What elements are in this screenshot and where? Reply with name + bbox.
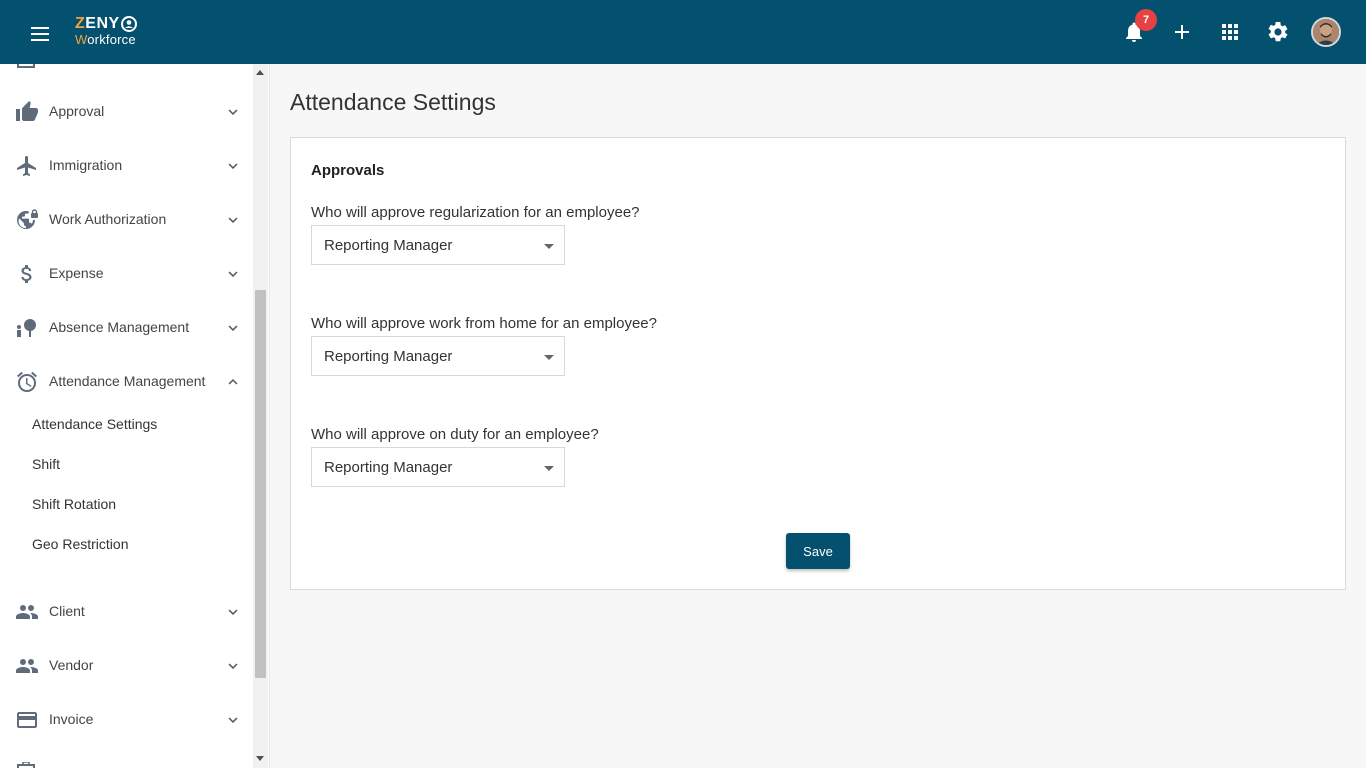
chevron-down-icon <box>228 325 238 331</box>
approvals-card: Approvals Who will approve regularizatio… <box>290 137 1346 590</box>
sidebar-item-expense[interactable]: Expense <box>0 247 252 301</box>
notification-badge[interactable]: 7 <box>1135 9 1157 31</box>
sidebar-item-label: Invoice <box>49 711 94 727</box>
people-icon <box>16 605 38 619</box>
chevron-down-icon <box>228 163 238 169</box>
chevron-down-icon <box>228 717 238 723</box>
dollar-icon <box>21 265 32 283</box>
partial-briefcase-icon <box>17 762 35 768</box>
sidebar-item-label: Absence Management <box>49 319 190 335</box>
gear-icon[interactable] <box>1266 20 1290 44</box>
sidebar-item-label: Immigration <box>49 157 123 173</box>
sidebar-subitem-attendance-settings[interactable]: Attendance Settings <box>32 416 157 432</box>
save-button[interactable]: Save <box>786 533 850 569</box>
caret-down-icon <box>544 466 554 471</box>
sidebar-item-label: Attendance Management <box>49 373 206 389</box>
sidebar-subitem-geo-restriction[interactable]: Geo Restriction <box>32 536 128 552</box>
plus-icon[interactable] <box>1170 20 1194 44</box>
sidebar-item-label: Vendor <box>49 657 94 673</box>
thumbs-up-icon <box>16 101 38 121</box>
sidebar-item-absence-management[interactable]: Absence Management <box>0 301 252 355</box>
top-app-bar: Z ENY Workforce 7 <box>0 0 1366 64</box>
scroll-up-arrow-icon[interactable] <box>256 70 264 75</box>
caret-down-icon <box>544 244 554 249</box>
select-value: Reporting Manager <box>324 459 453 476</box>
avatar[interactable] <box>1311 17 1341 47</box>
globe-lock-icon <box>17 209 38 229</box>
chevron-down-icon <box>228 217 238 223</box>
partial-menu-icon <box>17 64 35 68</box>
sidebar-item-immigration[interactable]: Immigration <box>0 139 252 193</box>
zeny-workforce-logo[interactable]: Z ENY Workforce <box>75 16 137 46</box>
sidebar-item-approval[interactable]: Approval <box>0 85 252 139</box>
sidebar-item-label: Work Authorization <box>49 211 167 227</box>
on-duty-question-label: Who will approve on duty for an employee… <box>311 426 599 443</box>
work-from-home-approver-select[interactable]: Reporting Manager <box>311 336 565 376</box>
people-icon <box>16 659 38 673</box>
sidebar-item-label: Client <box>49 603 85 619</box>
chevron-down-icon <box>228 271 238 277</box>
select-value: Reporting Manager <box>324 348 453 365</box>
scroll-down-arrow-icon[interactable] <box>256 756 264 761</box>
person-tree-icon <box>17 319 36 337</box>
sidebar-item-invoice[interactable]: Invoice <box>0 693 252 747</box>
regularization-approver-select[interactable]: Reporting Manager <box>311 225 565 265</box>
sidebar-item-attendance-management[interactable]: Attendance Management <box>0 355 252 409</box>
chevron-up-icon <box>228 379 238 385</box>
page-title: Attendance Settings <box>290 89 496 115</box>
credit-card-icon <box>17 712 37 728</box>
apps-grid-icon[interactable] <box>1218 20 1242 44</box>
sidebar: Approval Immigration Work Authorization … <box>0 64 270 768</box>
caret-down-icon <box>544 355 554 360</box>
sidebar-subitem-shift[interactable]: Shift <box>32 456 60 472</box>
chevron-down-icon <box>228 663 238 669</box>
section-title: Approvals <box>311 162 385 179</box>
airplane-icon <box>17 156 36 176</box>
logo-person-icon <box>120 16 137 32</box>
sidebar-item-label: Expense <box>49 265 104 281</box>
sidebar-item-work-authorization[interactable]: Work Authorization <box>0 193 252 247</box>
on-duty-approver-select[interactable]: Reporting Manager <box>311 447 565 487</box>
sidebar-subitem-shift-rotation[interactable]: Shift Rotation <box>32 496 116 512</box>
regularization-question-label: Who will approve regularization for an e… <box>311 204 640 221</box>
sidebar-item-vendor[interactable]: Vendor <box>0 639 252 693</box>
menu-icon[interactable] <box>28 22 52 42</box>
work-from-home-question-label: Who will approve work from home for an e… <box>311 315 657 332</box>
chevron-down-icon <box>228 609 238 615</box>
sidebar-scroll-thumb[interactable] <box>255 290 266 678</box>
chevron-down-icon <box>228 109 238 115</box>
alarm-clock-icon <box>17 371 37 392</box>
select-value: Reporting Manager <box>324 237 453 254</box>
sidebar-item-client[interactable]: Client <box>0 585 252 639</box>
sidebar-item-label: Approval <box>49 103 105 119</box>
user-photo-icon <box>1313 19 1339 45</box>
